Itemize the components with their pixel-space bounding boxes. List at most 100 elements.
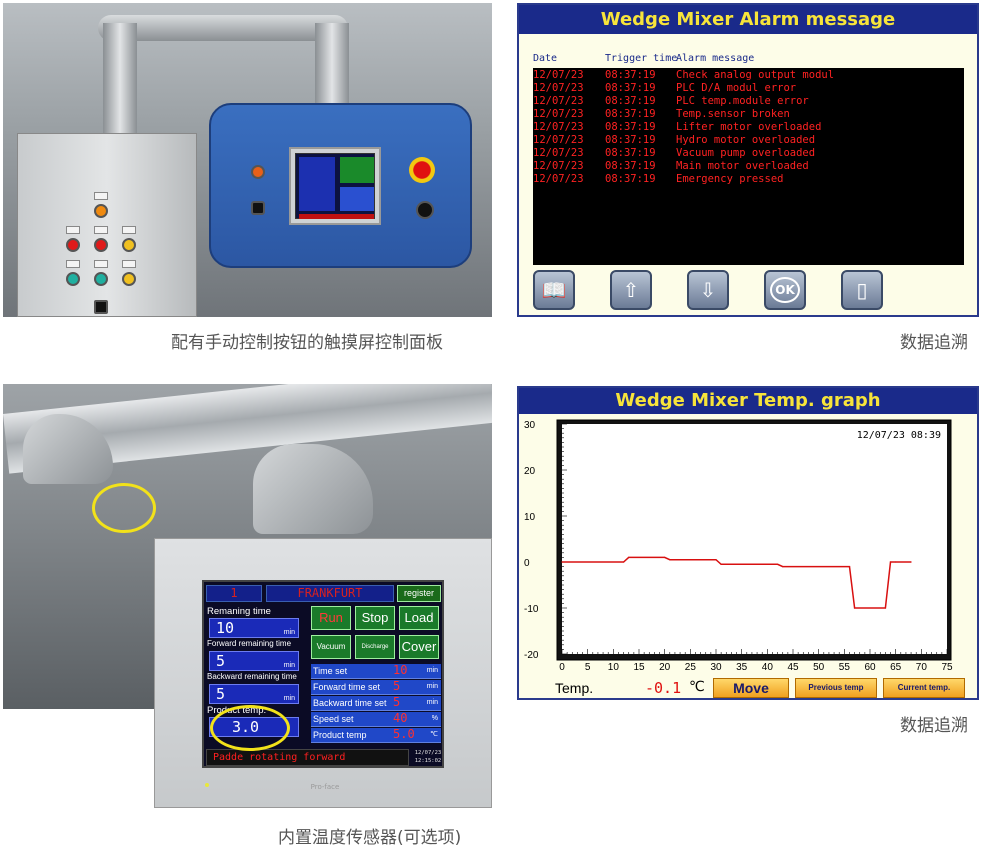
x-tick-label: 40 [762, 662, 774, 673]
stop-button[interactable]: Stop [355, 606, 395, 630]
alarm-log[interactable]: 12/07/23 08:37:19 Check analog output modu… [533, 68, 964, 265]
alarm-button-bar: 📖 ⇧ ⇩ OK ▯ [533, 270, 964, 310]
alarm-message: Emergency pressed [676, 173, 784, 185]
temperature-point [854, 607, 856, 609]
alarm-message: Hydro motor overloaded [676, 134, 816, 146]
ok-button[interactable]: OK [764, 270, 806, 310]
setting-unit: min [426, 667, 438, 674]
discharge-button[interactable]: Discharge [355, 635, 395, 659]
current-temp-button[interactable]: Current temp. [883, 678, 965, 698]
temp-label: Temp. [555, 680, 594, 696]
x-tick-label: 45 [787, 662, 799, 673]
green-button [94, 272, 108, 286]
label-plate [122, 260, 136, 268]
open-book-button[interactable]: 📖 [533, 270, 575, 310]
setting-label: Forward time set [313, 682, 381, 692]
black-button [416, 201, 434, 219]
alarm-row[interactable]: 12/07/23 08:37:19 Emergency pressed [533, 173, 964, 186]
alarm-message: Main motor overloaded [676, 160, 809, 172]
power-led [205, 783, 209, 787]
y-tick-label: 20 [524, 466, 536, 477]
x-tick-label: 65 [890, 662, 902, 673]
alarm-message-screen: Wedge Mixer Alarm message Date Trigger t… [517, 3, 979, 317]
x-tick-label: 35 [736, 662, 748, 673]
date-time-stamp: 12/07/23 12:15:02 [414, 750, 442, 764]
page-down-button[interactable]: ⇩ [687, 270, 729, 310]
chart-timestamp: 12/07/23 08:39 [857, 430, 941, 441]
label-plate [94, 226, 108, 234]
alarm-time: 08:37:19 [605, 134, 656, 146]
x-tick-label: 0 [559, 662, 565, 673]
page-up-icon: ⇧ [622, 278, 640, 302]
alarm-row[interactable]: 12/07/23 08:37:19 PLC D/A modul error [533, 82, 964, 95]
y-tick-label: 10 [524, 512, 536, 523]
x-tick-label: 20 [659, 662, 671, 673]
alarm-date: 12/07/23 [533, 69, 584, 81]
alarm-time: 08:37:19 [605, 160, 656, 172]
setting-row[interactable]: Backward time set 5 min [311, 695, 441, 711]
temp-value: -0.1 [645, 679, 682, 697]
alarm-message: Check analog output modul [676, 69, 835, 81]
alarm-message: PLC temp.module error [676, 95, 809, 107]
backward-remaining-value: 5 min [209, 684, 299, 704]
black-button [94, 300, 108, 314]
label-plate [66, 260, 80, 268]
status-bar: Padde rotating forward [206, 749, 409, 766]
temperature-point [889, 561, 892, 563]
blank-page-button[interactable]: ▯ [841, 270, 883, 310]
temp-unit: ℃ [689, 679, 705, 695]
forward-remaining-label: Forward remaining time [207, 639, 292, 648]
brand-logo: Pro-face [310, 783, 340, 791]
hmi-panel: 1 FRANKFURT register Remaning time 10 min… [154, 538, 492, 808]
vacuum-button[interactable]: Vacuum [311, 635, 351, 659]
alarm-row[interactable]: 12/07/23 08:37:19 Main motor overloaded [533, 160, 964, 173]
alarm-message: Temp.sensor broken [676, 108, 790, 120]
alarm-row[interactable]: 12/07/23 08:37:19 Hydro motor overloaded [533, 134, 964, 147]
green-button [66, 272, 80, 286]
black-button [251, 201, 265, 215]
alarm-message: PLC D/A modul error [676, 82, 797, 94]
temperature-chart: 30 20 10 0 -10 -20 0 5 10 15 20 25 30 35 40 45 50 55 60 65 7… [524, 419, 953, 673]
temp-graph-screen: Wedge Mixer Temp. graph 30 20 10 0 -10 -20 0 5 1… [517, 386, 979, 700]
previous-temp-button[interactable]: Previous temp [795, 678, 877, 698]
move-button[interactable]: Move [713, 678, 789, 698]
alarm-row[interactable]: 12/07/23 08:37:19 Check analog output modu… [533, 69, 964, 82]
register-button[interactable]: register [397, 585, 441, 602]
red-button [94, 238, 108, 252]
x-tick-label: 10 [608, 662, 620, 673]
blue-operator-panel [209, 103, 472, 268]
label-plate [94, 192, 108, 200]
graph-footer: Temp. -0.1 ℃ Move Previous temp Current … [519, 678, 977, 700]
temperature-point [628, 556, 630, 558]
x-tick-label: 25 [685, 662, 697, 673]
plot-area [562, 424, 947, 654]
setting-label: Backward time set [313, 698, 387, 708]
header-alarm-message: Alarm message [676, 53, 755, 64]
setting-value: 40 [393, 711, 408, 725]
load-button[interactable]: Load [399, 606, 439, 630]
setting-unit: min [426, 683, 438, 690]
alarm-row[interactable]: 12/07/23 08:37:19 Temp.sensor broken [533, 108, 964, 121]
cover-button[interactable]: Cover [399, 635, 439, 659]
setting-row[interactable]: Product temp 5.0 ℃ [311, 727, 441, 743]
temperature-point [669, 559, 671, 561]
setting-row[interactable]: Forward time set 5 min [311, 679, 441, 695]
alarm-row[interactable]: 12/07/23 08:37:19 Vacuum pump overloaded [533, 147, 964, 160]
run-button[interactable]: Run [311, 606, 351, 630]
setting-unit: ℃ [430, 731, 438, 738]
setting-row[interactable]: Speed set 40% [311, 711, 441, 727]
alarm-date: 12/07/23 [533, 95, 584, 107]
setting-row[interactable]: Time set 10 min [311, 663, 441, 679]
x-tick-label: 75 [941, 662, 953, 673]
alarm-date: 12/07/23 [533, 173, 584, 185]
page-up-button[interactable]: ⇧ [610, 270, 652, 310]
temperature-point [782, 566, 784, 568]
alarm-row[interactable]: 12/07/23 08:37:19 Lifter motor overloaded [533, 121, 964, 134]
selector-switch [94, 204, 108, 218]
temperature-point [910, 561, 912, 563]
emergency-stop-button [409, 157, 435, 183]
header-trigger-time: Trigger time [605, 53, 678, 64]
alarm-row[interactable]: 12/07/23 08:37:19 PLC temp.module error [533, 95, 964, 108]
temperature-point [623, 561, 625, 563]
label-plate [66, 226, 80, 234]
